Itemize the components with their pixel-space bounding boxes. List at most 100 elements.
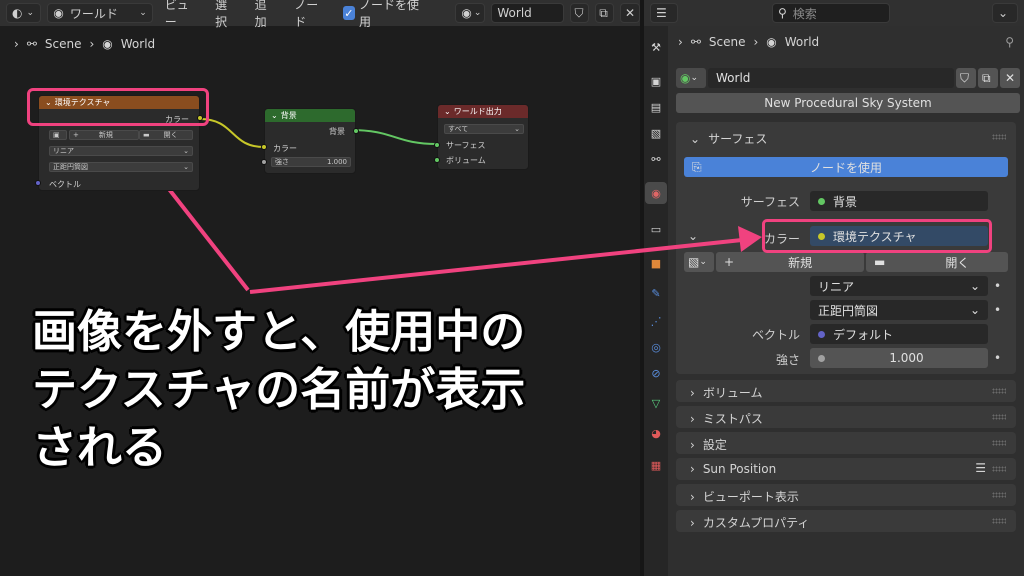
tab-modifiers[interactable]: ✎	[645, 282, 667, 304]
input-volume-socket[interactable]	[434, 157, 440, 163]
output-bg-label: 背景	[329, 127, 345, 136]
drag-grip-icon[interactable]	[992, 134, 1006, 140]
projection-value: 正距円筒図	[53, 163, 88, 171]
settings-panel[interactable]: › 設定	[676, 432, 1016, 454]
chevron-right-icon: ›	[690, 462, 695, 476]
decorator-dot-icon[interactable]: •	[994, 303, 1001, 317]
copy-icon: ⧉	[982, 70, 991, 85]
unlink-button[interactable]: ✕	[1000, 68, 1020, 88]
tab-tool[interactable]: ⚒	[645, 36, 667, 58]
strength-field[interactable]: 強さ 1.000	[271, 157, 351, 167]
world-name-field[interactable]: World	[708, 68, 954, 88]
drag-grip-icon[interactable]	[992, 440, 1006, 446]
world-browse-button[interactable]: ◉ ⌄	[676, 68, 706, 88]
chevron-down-icon: ⌄	[444, 107, 451, 116]
new-image-button[interactable]: + 新規	[716, 252, 864, 272]
tab-output[interactable]: ▤	[645, 96, 667, 118]
editor-type-button[interactable]: ☰	[650, 3, 678, 23]
target-select[interactable]: すべて ⌄	[444, 124, 524, 134]
image-browse-button[interactable]: ▧ ⌄	[684, 252, 714, 272]
drag-grip-icon[interactable]	[992, 518, 1006, 524]
surface-socket-field[interactable]: 背景	[810, 191, 988, 211]
vector-socket-field[interactable]: デフォルト	[810, 324, 988, 344]
tab-physics[interactable]: ◎	[645, 336, 667, 358]
node-header[interactable]: ⌄ 背景	[265, 109, 355, 122]
search-field[interactable]: ⚲ 検索	[772, 3, 890, 23]
background-node[interactable]: ⌄ 背景 背景 カラー 強さ 1.000	[261, 108, 359, 174]
tab-scene[interactable]: ⚯	[645, 148, 667, 170]
node-editor[interactable]: ◐ ⌄ ◉ ワールド ⌄ ビュー 選択 追加 ノード ✓ ノードを使用 ◉ ⌄ Wo…	[0, 0, 640, 576]
render-icon: ▣	[650, 74, 662, 88]
node-title: ワールド出力	[453, 107, 502, 116]
chevron-right-icon: ›	[690, 385, 695, 400]
world-icon: ◉	[651, 186, 661, 200]
projection-select[interactable]: 正距円筒図 ⌄	[49, 162, 193, 172]
volume-panel-header: › ボリューム	[690, 384, 762, 401]
chevron-down-icon: ⌄	[183, 147, 189, 155]
node-links	[104, 107, 438, 292]
drag-grip-icon[interactable]	[992, 414, 1006, 420]
strength-label: 強さ	[275, 158, 289, 166]
properties-panel: › ⚯ Scene › ◉ World ⚲ ◉ ⌄ World ⛉ ⧉ ✕ New…	[668, 26, 1024, 576]
decorator-dot-icon[interactable]: •	[994, 279, 1001, 293]
target-value: すべて	[448, 125, 469, 133]
sun-position-panel[interactable]: › Sun Position ☰	[676, 458, 1016, 480]
viewport-panel-header: › ビューポート表示	[690, 488, 799, 505]
node-header[interactable]: ⌄ ワールド出力	[438, 105, 528, 118]
strength-field[interactable]: 1.000	[810, 348, 988, 368]
decorator-dot-icon[interactable]: •	[994, 351, 1001, 365]
socket-dot-gray	[818, 354, 825, 362]
input-strength-socket[interactable]	[261, 159, 267, 165]
drag-grip-icon[interactable]	[992, 388, 1006, 394]
surface-panel-header[interactable]: ⌄ サーフェス	[690, 130, 767, 147]
input-surface-socket[interactable]	[434, 142, 440, 148]
list-menu-icon[interactable]: ☰	[975, 461, 986, 475]
world-icon: ◉	[680, 71, 691, 85]
color-field-highlight	[762, 219, 992, 253]
new-label: 新規	[98, 131, 113, 139]
open-image-button[interactable]: ▬ 開く	[866, 252, 1008, 272]
new-image-button[interactable]: + 新規	[69, 130, 139, 140]
input-vector-socket[interactable]	[35, 180, 41, 186]
interpolation-select[interactable]: リニア ⌄	[810, 276, 988, 296]
tab-texture[interactable]: ▦	[645, 454, 667, 476]
pin-icon[interactable]: ⚲	[1005, 35, 1014, 49]
input-color-socket[interactable]	[261, 144, 267, 150]
chevron-right-icon: ›	[690, 515, 695, 530]
output-bg-socket[interactable]	[353, 128, 359, 134]
tab-material[interactable]: ◕	[645, 422, 667, 444]
node-tree-icon: ⎘	[692, 159, 702, 174]
open-image-button[interactable]: ▬ 開く	[139, 130, 193, 140]
mist-pass-panel[interactable]: › ミストパス	[676, 406, 1016, 428]
image-browse[interactable]: ▣	[49, 130, 67, 140]
fake-user-button[interactable]: ⛉	[956, 68, 976, 88]
procedural-sky-button[interactable]: New Procedural Sky System	[676, 93, 1020, 113]
drag-grip-icon[interactable]	[992, 466, 1006, 472]
tab-constraints[interactable]: ⊘	[645, 362, 667, 384]
viewport-display-panel[interactable]: › ビューポート表示	[676, 484, 1016, 506]
chevron-down-icon: ⌄	[969, 303, 980, 317]
use-nodes-button[interactable]: ⎘ ノードを使用	[684, 157, 1008, 177]
input-vector-label: ベクトル	[49, 180, 81, 189]
chevron-down-icon[interactable]: ⌄	[688, 229, 698, 243]
custom-properties-panel[interactable]: › カスタムプロパティ	[676, 510, 1016, 532]
chevron-down-icon: ⌄	[699, 257, 707, 267]
tab-data[interactable]: ▽	[645, 392, 667, 414]
projection-select[interactable]: 正距円筒図 ⌄	[810, 300, 988, 320]
sun-panel-header: › Sun Position	[690, 462, 776, 476]
tab-world[interactable]: ◉	[645, 182, 667, 204]
interpolation-select[interactable]: リニア ⌄	[49, 146, 193, 156]
tab-view-layer[interactable]: ▧	[645, 122, 667, 144]
duplicate-button[interactable]: ⧉	[978, 68, 998, 88]
drag-grip-icon[interactable]	[992, 492, 1006, 498]
world-output-node[interactable]: ⌄ ワールド出力 すべて ⌄ サーフェス ボリューム	[434, 104, 529, 170]
tab-collection[interactable]: ▭	[645, 218, 667, 240]
input-surface-label: サーフェス	[446, 141, 486, 150]
tab-render[interactable]: ▣	[645, 70, 667, 92]
chevron-down-icon: ⌄	[998, 6, 1009, 20]
options-button[interactable]: ⌄	[992, 3, 1018, 23]
tab-particles[interactable]: ⋰	[645, 310, 667, 332]
volume-panel[interactable]: › ボリューム	[676, 380, 1016, 402]
tab-object[interactable]: ■	[645, 252, 667, 274]
search-icon: ⚲	[778, 6, 787, 20]
